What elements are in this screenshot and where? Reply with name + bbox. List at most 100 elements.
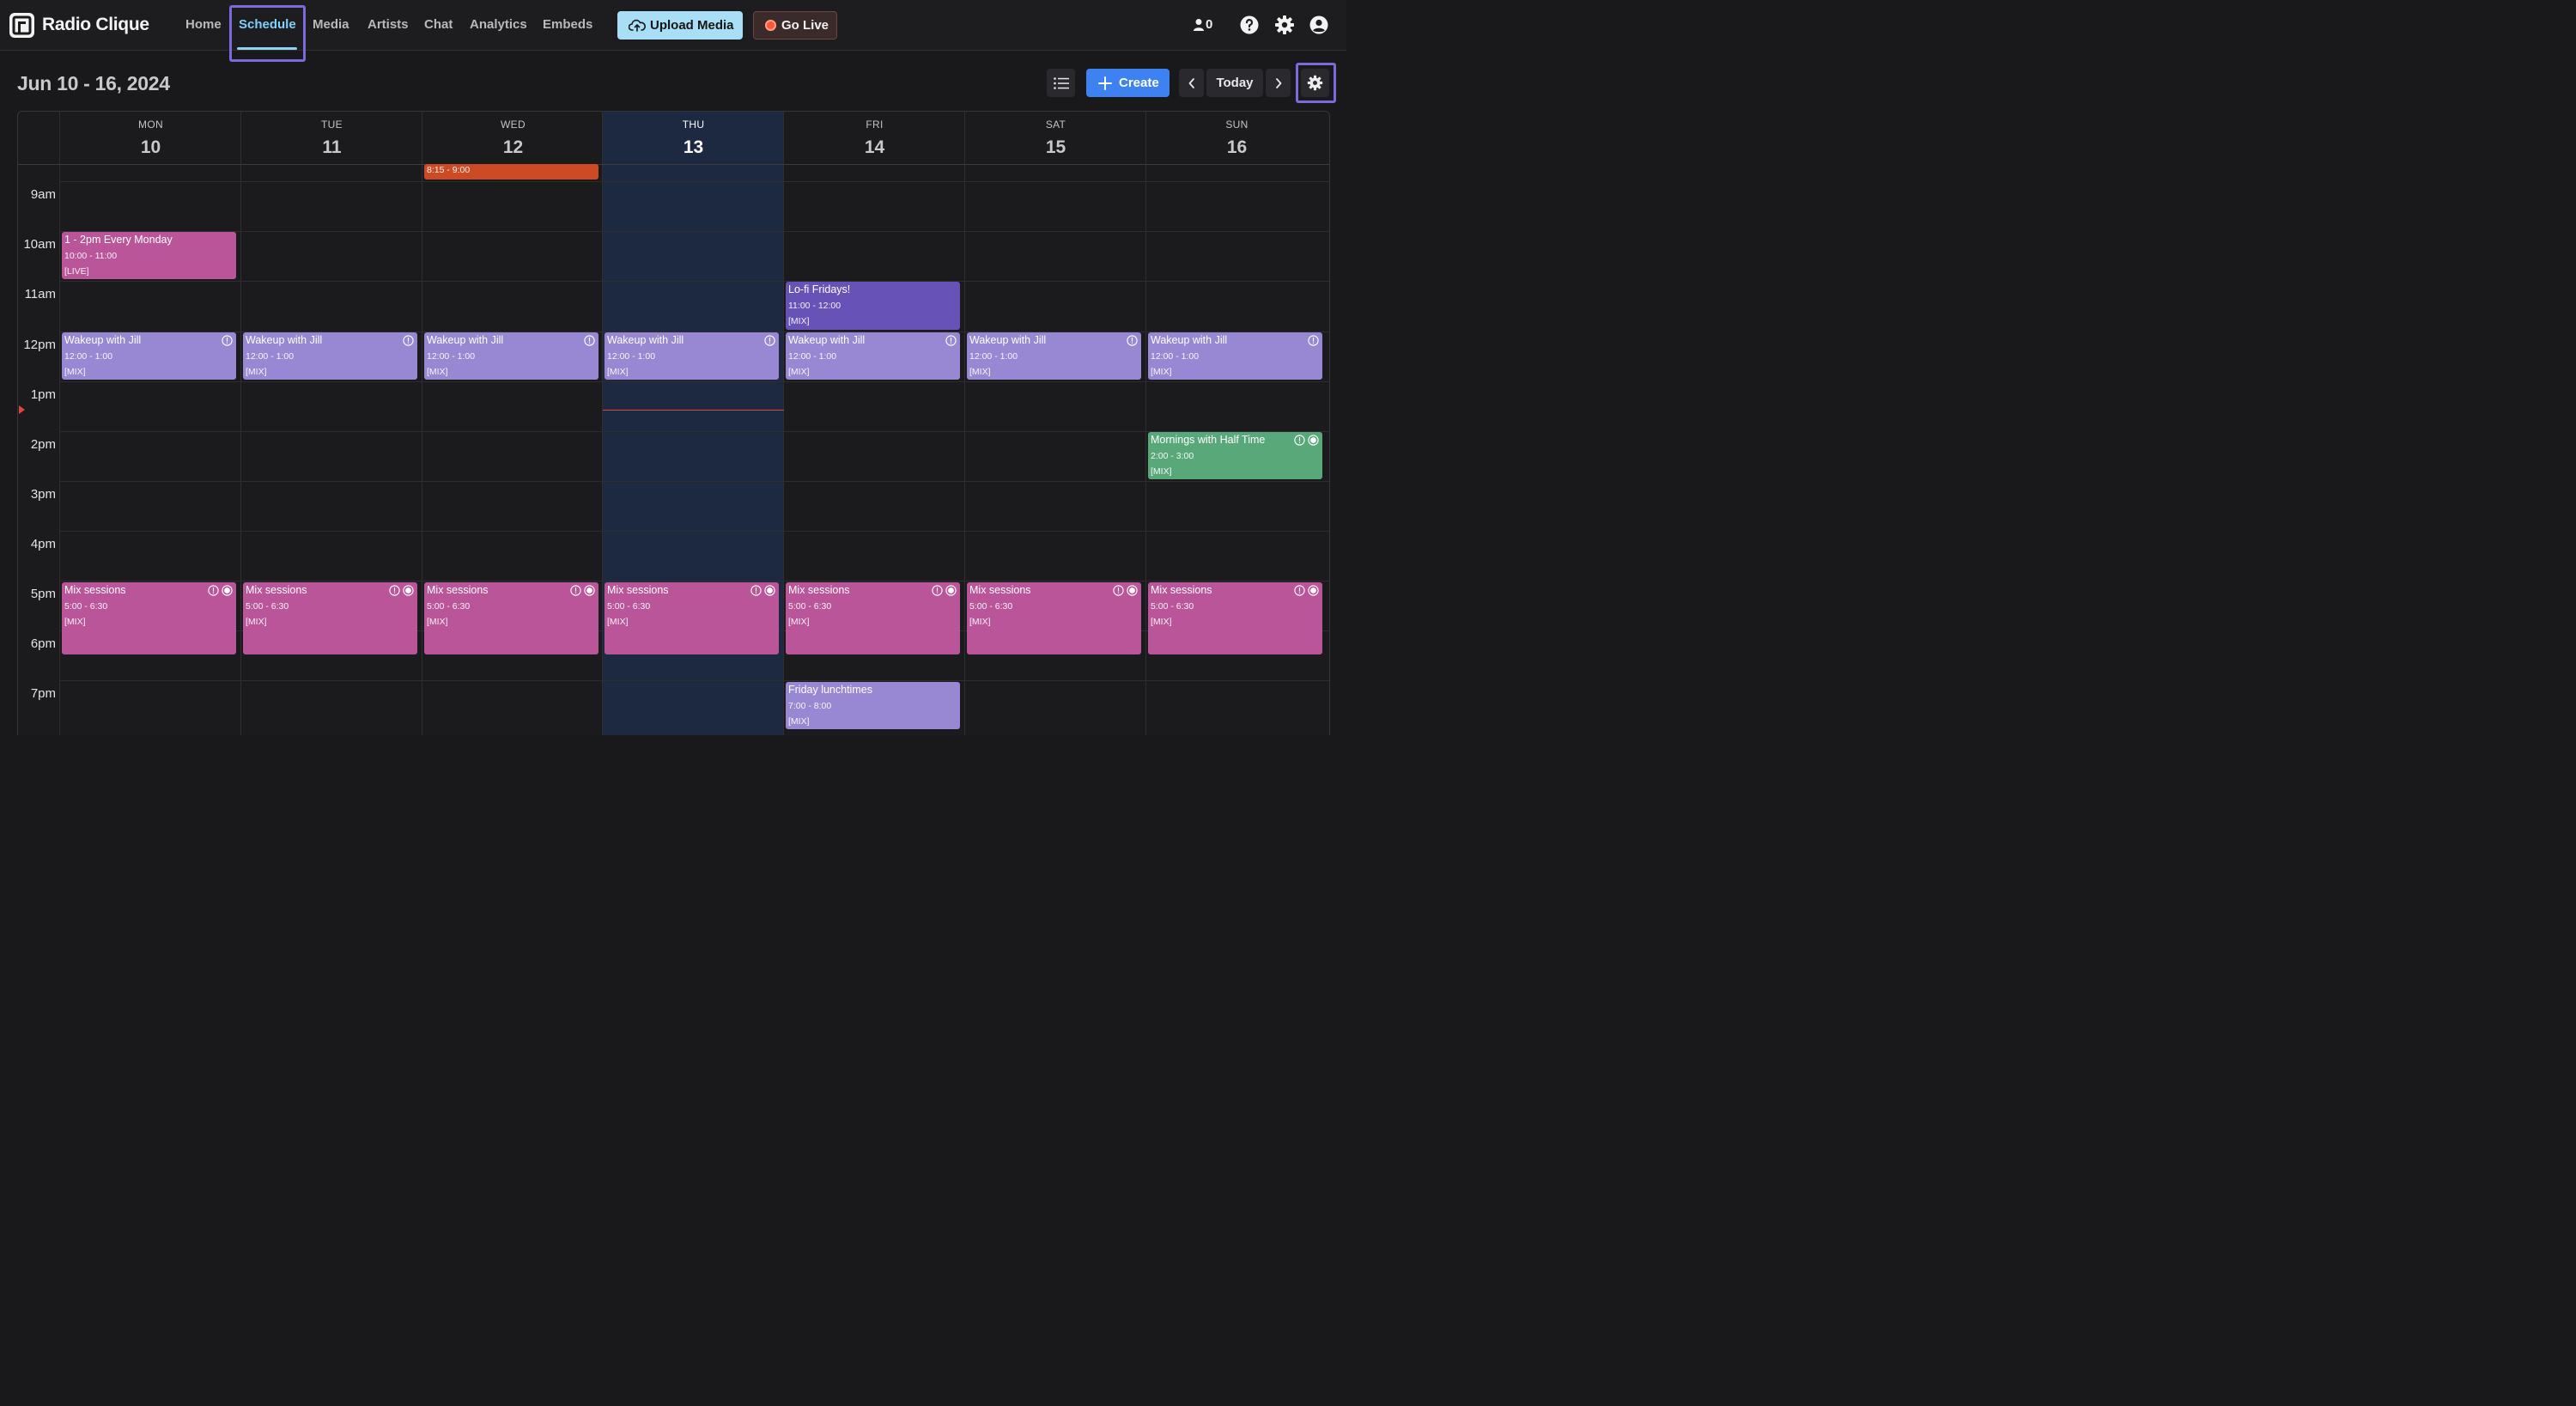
help-icon[interactable] bbox=[1239, 15, 1260, 35]
listener-count-value: 0 bbox=[1206, 17, 1213, 32]
event-block[interactable]: Wakeup with Jill 12:00 - 1:00 [MIX] bbox=[605, 332, 779, 380]
nav-media[interactable]: Media bbox=[313, 17, 349, 32]
warning-icon[interactable] bbox=[570, 584, 581, 596]
previous-week-button[interactable] bbox=[1179, 69, 1204, 97]
event-block[interactable]: Friday lunchtimes 7:00 - 8:00 [MIX] bbox=[786, 682, 960, 730]
day-date: 12 bbox=[502, 137, 524, 157]
event-block[interactable]: Lo-fi Fridays! 11:00 - 12:00 [MIX] bbox=[786, 282, 960, 330]
day-date: 14 bbox=[864, 137, 885, 157]
hour-label: 11am bbox=[24, 287, 56, 301]
list-view-button[interactable] bbox=[1047, 69, 1075, 97]
go-live-button[interactable]: Go Live bbox=[753, 11, 837, 40]
warning-icon[interactable] bbox=[945, 334, 957, 346]
event-block[interactable]: Wakeup with Jill 12:00 - 1:00 [MIX] bbox=[424, 332, 598, 380]
day-header-mon[interactable]: MON 10 bbox=[60, 112, 241, 164]
hour-label: 7pm bbox=[30, 686, 56, 701]
event-title: Friday lunchtimes bbox=[788, 684, 872, 696]
account-icon[interactable] bbox=[1309, 15, 1329, 35]
go-live-label: Go Live bbox=[781, 18, 829, 33]
warning-icon[interactable] bbox=[584, 334, 595, 346]
warning-icon[interactable] bbox=[208, 584, 219, 596]
warning-icon[interactable] bbox=[1113, 584, 1124, 596]
event-tag: [MIX] bbox=[427, 616, 448, 627]
event-block[interactable]: 8:15 - 9:00 bbox=[424, 164, 598, 180]
day-date: 15 bbox=[1045, 137, 1066, 157]
app-title[interactable]: Radio Clique bbox=[42, 15, 149, 35]
day-header-wed[interactable]: WED 12 bbox=[422, 112, 604, 164]
event-time: 10:00 - 11:00 bbox=[64, 251, 118, 262]
event-time: 5:00 - 6:30 bbox=[64, 600, 108, 612]
event-block[interactable]: Wakeup with Jill 12:00 - 1:00 [MIX] bbox=[786, 332, 960, 380]
warning-icon[interactable] bbox=[1308, 334, 1319, 346]
event-time: 8:15 - 9:00 bbox=[427, 165, 471, 175]
warning-icon[interactable] bbox=[1294, 584, 1305, 596]
event-block[interactable]: Mix sessions 5:00 - 6:30 [MIX] bbox=[62, 581, 236, 654]
warning-icon[interactable] bbox=[1127, 334, 1138, 346]
day-header-sun[interactable]: SUN 16 bbox=[1146, 112, 1327, 164]
calendar-settings-button[interactable] bbox=[1301, 69, 1329, 97]
event-title: Mix sessions bbox=[427, 583, 489, 596]
active-tab-indicator bbox=[237, 47, 297, 50]
warning-icon[interactable] bbox=[764, 334, 775, 346]
warning-icon[interactable] bbox=[750, 584, 762, 596]
event-block[interactable]: Mix sessions 5:00 - 6:30 [MIX] bbox=[967, 581, 1141, 654]
day-name: SUN bbox=[1225, 119, 1249, 131]
warning-icon[interactable] bbox=[1294, 435, 1305, 446]
day-header-sat[interactable]: SAT 15 bbox=[965, 112, 1146, 164]
event-time: 7:00 - 8:00 bbox=[788, 701, 832, 711]
hour-row-divider bbox=[59, 381, 1329, 382]
nav-chat[interactable]: Chat bbox=[424, 17, 453, 32]
warning-icon[interactable] bbox=[932, 584, 943, 596]
day-header-fri[interactable]: FRI 14 bbox=[784, 112, 965, 164]
listener-count[interactable]: 0 bbox=[1193, 15, 1222, 34]
nav-schedule[interactable]: Schedule bbox=[239, 17, 296, 32]
upload-media-label: Upload Media bbox=[650, 18, 734, 33]
event-block[interactable]: Wakeup with Jill 12:00 - 1:00 [MIX] bbox=[967, 332, 1141, 380]
day-header-tue[interactable]: TUE 11 bbox=[241, 112, 422, 164]
recurring-event-icon bbox=[403, 584, 414, 596]
settings-icon[interactable] bbox=[1274, 15, 1295, 35]
nav-artists[interactable]: Artists bbox=[368, 17, 409, 32]
day-column-divider bbox=[59, 112, 60, 735]
warning-icon[interactable] bbox=[222, 334, 233, 346]
upload-media-button[interactable]: Upload Media bbox=[617, 11, 743, 40]
nav-embeds[interactable]: Embeds bbox=[543, 17, 592, 32]
event-time: 12:00 - 1:00 bbox=[427, 350, 476, 362]
event-block[interactable]: 1 - 2pm Every Monday 10:00 - 11:00 [LIVE] bbox=[62, 232, 236, 280]
event-tag: [MIX] bbox=[427, 366, 448, 377]
recurring-event-icon bbox=[1127, 584, 1138, 596]
event-time: 12:00 - 1:00 bbox=[246, 350, 295, 362]
event-time: 12:00 - 1:00 bbox=[607, 350, 656, 362]
list-icon bbox=[1054, 77, 1069, 89]
day-name: FRI bbox=[866, 119, 884, 131]
nav-analytics[interactable]: Analytics bbox=[470, 17, 527, 32]
next-week-button[interactable] bbox=[1266, 69, 1291, 97]
event-block[interactable]: Mix sessions 5:00 - 6:30 [MIX] bbox=[424, 581, 598, 654]
header-divider bbox=[18, 164, 1329, 165]
radio-clique-logo-icon[interactable] bbox=[9, 13, 34, 38]
event-time: 12:00 - 1:00 bbox=[788, 350, 837, 362]
event-block[interactable]: Mix sessions 5:00 - 6:30 [MIX] bbox=[605, 581, 779, 654]
recurring-event-icon bbox=[222, 584, 233, 596]
event-tag: [MIX] bbox=[607, 616, 629, 627]
recurring-event-icon bbox=[1308, 584, 1319, 596]
today-button[interactable]: Today bbox=[1206, 69, 1263, 97]
hour-row-divider bbox=[59, 431, 1329, 432]
warning-icon[interactable] bbox=[403, 334, 414, 346]
event-block[interactable]: Mix sessions 5:00 - 6:30 [MIX] bbox=[1148, 581, 1322, 654]
event-block[interactable]: Wakeup with Jill 12:00 - 1:00 [MIX] bbox=[243, 332, 417, 380]
event-block[interactable]: Mornings with Half Time 2:00 - 3:00 [MIX] bbox=[1148, 432, 1322, 480]
event-tag: [MIX] bbox=[1151, 466, 1172, 477]
event-block[interactable]: Mix sessions 5:00 - 6:30 [MIX] bbox=[243, 581, 417, 654]
event-title: Wakeup with Jill bbox=[427, 333, 504, 346]
warning-icon[interactable] bbox=[389, 584, 400, 596]
hour-label: 12pm bbox=[23, 338, 56, 352]
nav-home[interactable]: Home bbox=[185, 17, 222, 32]
chevron-right-icon bbox=[1276, 78, 1282, 88]
event-block[interactable]: Mix sessions 5:00 - 6:30 [MIX] bbox=[786, 581, 960, 654]
day-name: THU bbox=[682, 119, 705, 131]
day-header-thu[interactable]: THU 13 bbox=[603, 112, 784, 164]
create-button[interactable]: Create bbox=[1086, 69, 1170, 97]
event-block[interactable]: Wakeup with Jill 12:00 - 1:00 [MIX] bbox=[1148, 332, 1322, 380]
event-block[interactable]: Wakeup with Jill 12:00 - 1:00 [MIX] bbox=[62, 332, 236, 380]
